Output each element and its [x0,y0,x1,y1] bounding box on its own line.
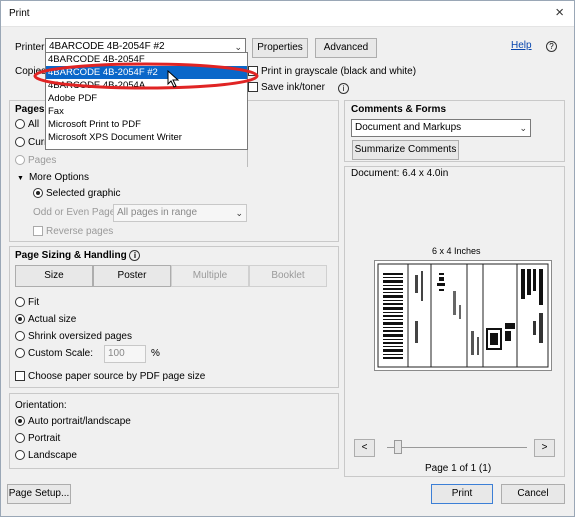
preview-size-label: 6 x 4 Inches [432,246,481,256]
radio-auto-circle[interactable] [15,416,25,427]
printer-option[interactable]: Fax [46,105,247,118]
radio-all[interactable]: All [15,118,39,132]
radio-current[interactable]: Curr [15,136,47,150]
radio-custom-scale[interactable]: Custom Scale: [15,347,93,361]
radio-fit-circle[interactable] [15,297,25,308]
orientation-heading: Orientation: [15,400,67,411]
radio-pages-label: Pages [28,155,57,166]
radio-actual-size-circle[interactable] [15,314,25,325]
radio-selected-graphic-circle[interactable] [33,188,43,199]
printer-option[interactable]: Microsoft XPS Document Writer [46,131,247,144]
comments-select[interactable]: Document and Markups ⌄ [351,119,531,137]
actual-size-label: Actual size [28,314,77,325]
highlight-ring [33,62,259,90]
sizing-heading: Page Sizing & Handling i [15,249,141,263]
custom-scale-input[interactable]: 100 [104,345,146,363]
shrink-label: Shrink oversized pages [28,331,132,342]
printer-selected-value: 4BARCODE 4B-2054F #2 [49,41,165,52]
portrait-label: Portrait [28,433,61,444]
radio-fit[interactable]: Fit [15,296,39,310]
info-icon[interactable]: i [129,249,141,261]
multiple-button[interactable]: Multiple [171,265,249,287]
radio-current-circle[interactable] [15,137,25,148]
radio-landscape-circle[interactable] [15,450,25,461]
close-icon[interactable]: × [555,4,564,21]
fit-label: Fit [28,297,40,308]
help-icon[interactable]: ? [546,41,557,52]
summarize-comments-button[interactable]: Summarize Comments [352,140,459,160]
grayscale-label: Print in grayscale (black and white) [261,66,417,77]
printer-option[interactable]: Adobe PDF [46,92,247,105]
paper-source-label: Choose paper source by PDF page size [28,371,206,382]
more-options-label: More Options [28,172,89,183]
preview-page [374,260,552,371]
triangle-down-icon: ▼ [17,175,24,182]
booklet-button[interactable]: Booklet [249,265,327,287]
advanced-button[interactable]: Advanced [315,38,377,58]
save-ink-label: Save ink/toner [261,82,325,93]
printer-label: Printer: [15,42,48,53]
title-bar: Print × [1,1,574,27]
radio-all-label: All [28,119,40,130]
reverse-pages-label: Reverse pages [46,226,114,237]
document-size: Document: 6.4 x 4.0in [351,168,449,179]
comments-heading: Comments & Forms [351,104,447,115]
comments-value: Document and Markups [355,122,462,133]
page-setup-button[interactable]: Page Setup... [7,484,71,504]
help-link[interactable]: Help [511,40,532,51]
shipping-label-preview [377,263,549,368]
reverse-pages-option[interactable]: Reverse pages [33,225,113,239]
radio-shrink[interactable]: Shrink oversized pages [15,330,132,344]
info-icon[interactable]: i [338,83,349,94]
sizing-heading-text: Page Sizing & Handling [15,250,127,261]
radio-portrait[interactable]: Portrait [15,432,60,446]
page-indicator: Page 1 of 1 (1) [425,463,492,474]
cancel-button[interactable]: Cancel [501,484,565,504]
next-page-button[interactable]: > [534,439,555,457]
page-slider-thumb[interactable] [394,440,402,454]
properties-button[interactable]: Properties [252,38,308,58]
size-button[interactable]: Size [15,265,93,287]
poster-button[interactable]: Poster [93,265,171,287]
radio-selected-graphic[interactable]: Selected graphic [33,187,121,201]
custom-scale-label: Custom Scale: [28,348,94,359]
percent-label: % [151,348,160,359]
page-slider-track[interactable] [387,447,527,448]
grayscale-option[interactable]: Print in grayscale (black and white) [248,65,416,79]
window-title: Print [9,8,30,19]
auto-label: Auto portrait/landscape [28,416,131,427]
selected-graphic-label: Selected graphic [46,188,121,199]
printer-option[interactable]: Microsoft Print to PDF [46,118,247,131]
radio-custom-scale-circle[interactable] [15,348,25,359]
paper-source-option[interactable]: Choose paper source by PDF page size [15,370,205,384]
prev-page-button[interactable]: < [354,439,375,457]
chevron-down-icon: ⌄ [519,123,527,133]
landscape-label: Landscape [28,450,77,461]
radio-landscape[interactable]: Landscape [15,449,77,463]
radio-all-circle[interactable] [15,119,25,130]
radio-auto-orientation[interactable]: Auto portrait/landscape [15,415,131,429]
odd-even-label: Odd or Even Pages: [33,207,124,218]
print-dialog: Print × Printer: 4BARCODE 4B-2054F #2 ⌄ … [0,0,575,517]
print-button[interactable]: Print [431,484,493,504]
chevron-down-icon: ⌄ [235,208,243,218]
reverse-pages-checkbox[interactable] [33,226,43,237]
odd-even-select[interactable]: All pages in range ⌄ [113,204,247,222]
mouse-cursor-icon [167,70,180,88]
paper-source-checkbox[interactable] [15,371,25,382]
more-options-toggle[interactable]: ▼ More Options [17,171,89,186]
radio-actual-size[interactable]: Actual size [15,313,76,327]
odd-even-value: All pages in range [117,207,198,218]
radio-portrait-circle[interactable] [15,433,25,444]
radio-pages[interactable]: Pages [15,154,56,168]
radio-shrink-circle[interactable] [15,331,25,342]
radio-pages-circle[interactable] [15,155,25,166]
